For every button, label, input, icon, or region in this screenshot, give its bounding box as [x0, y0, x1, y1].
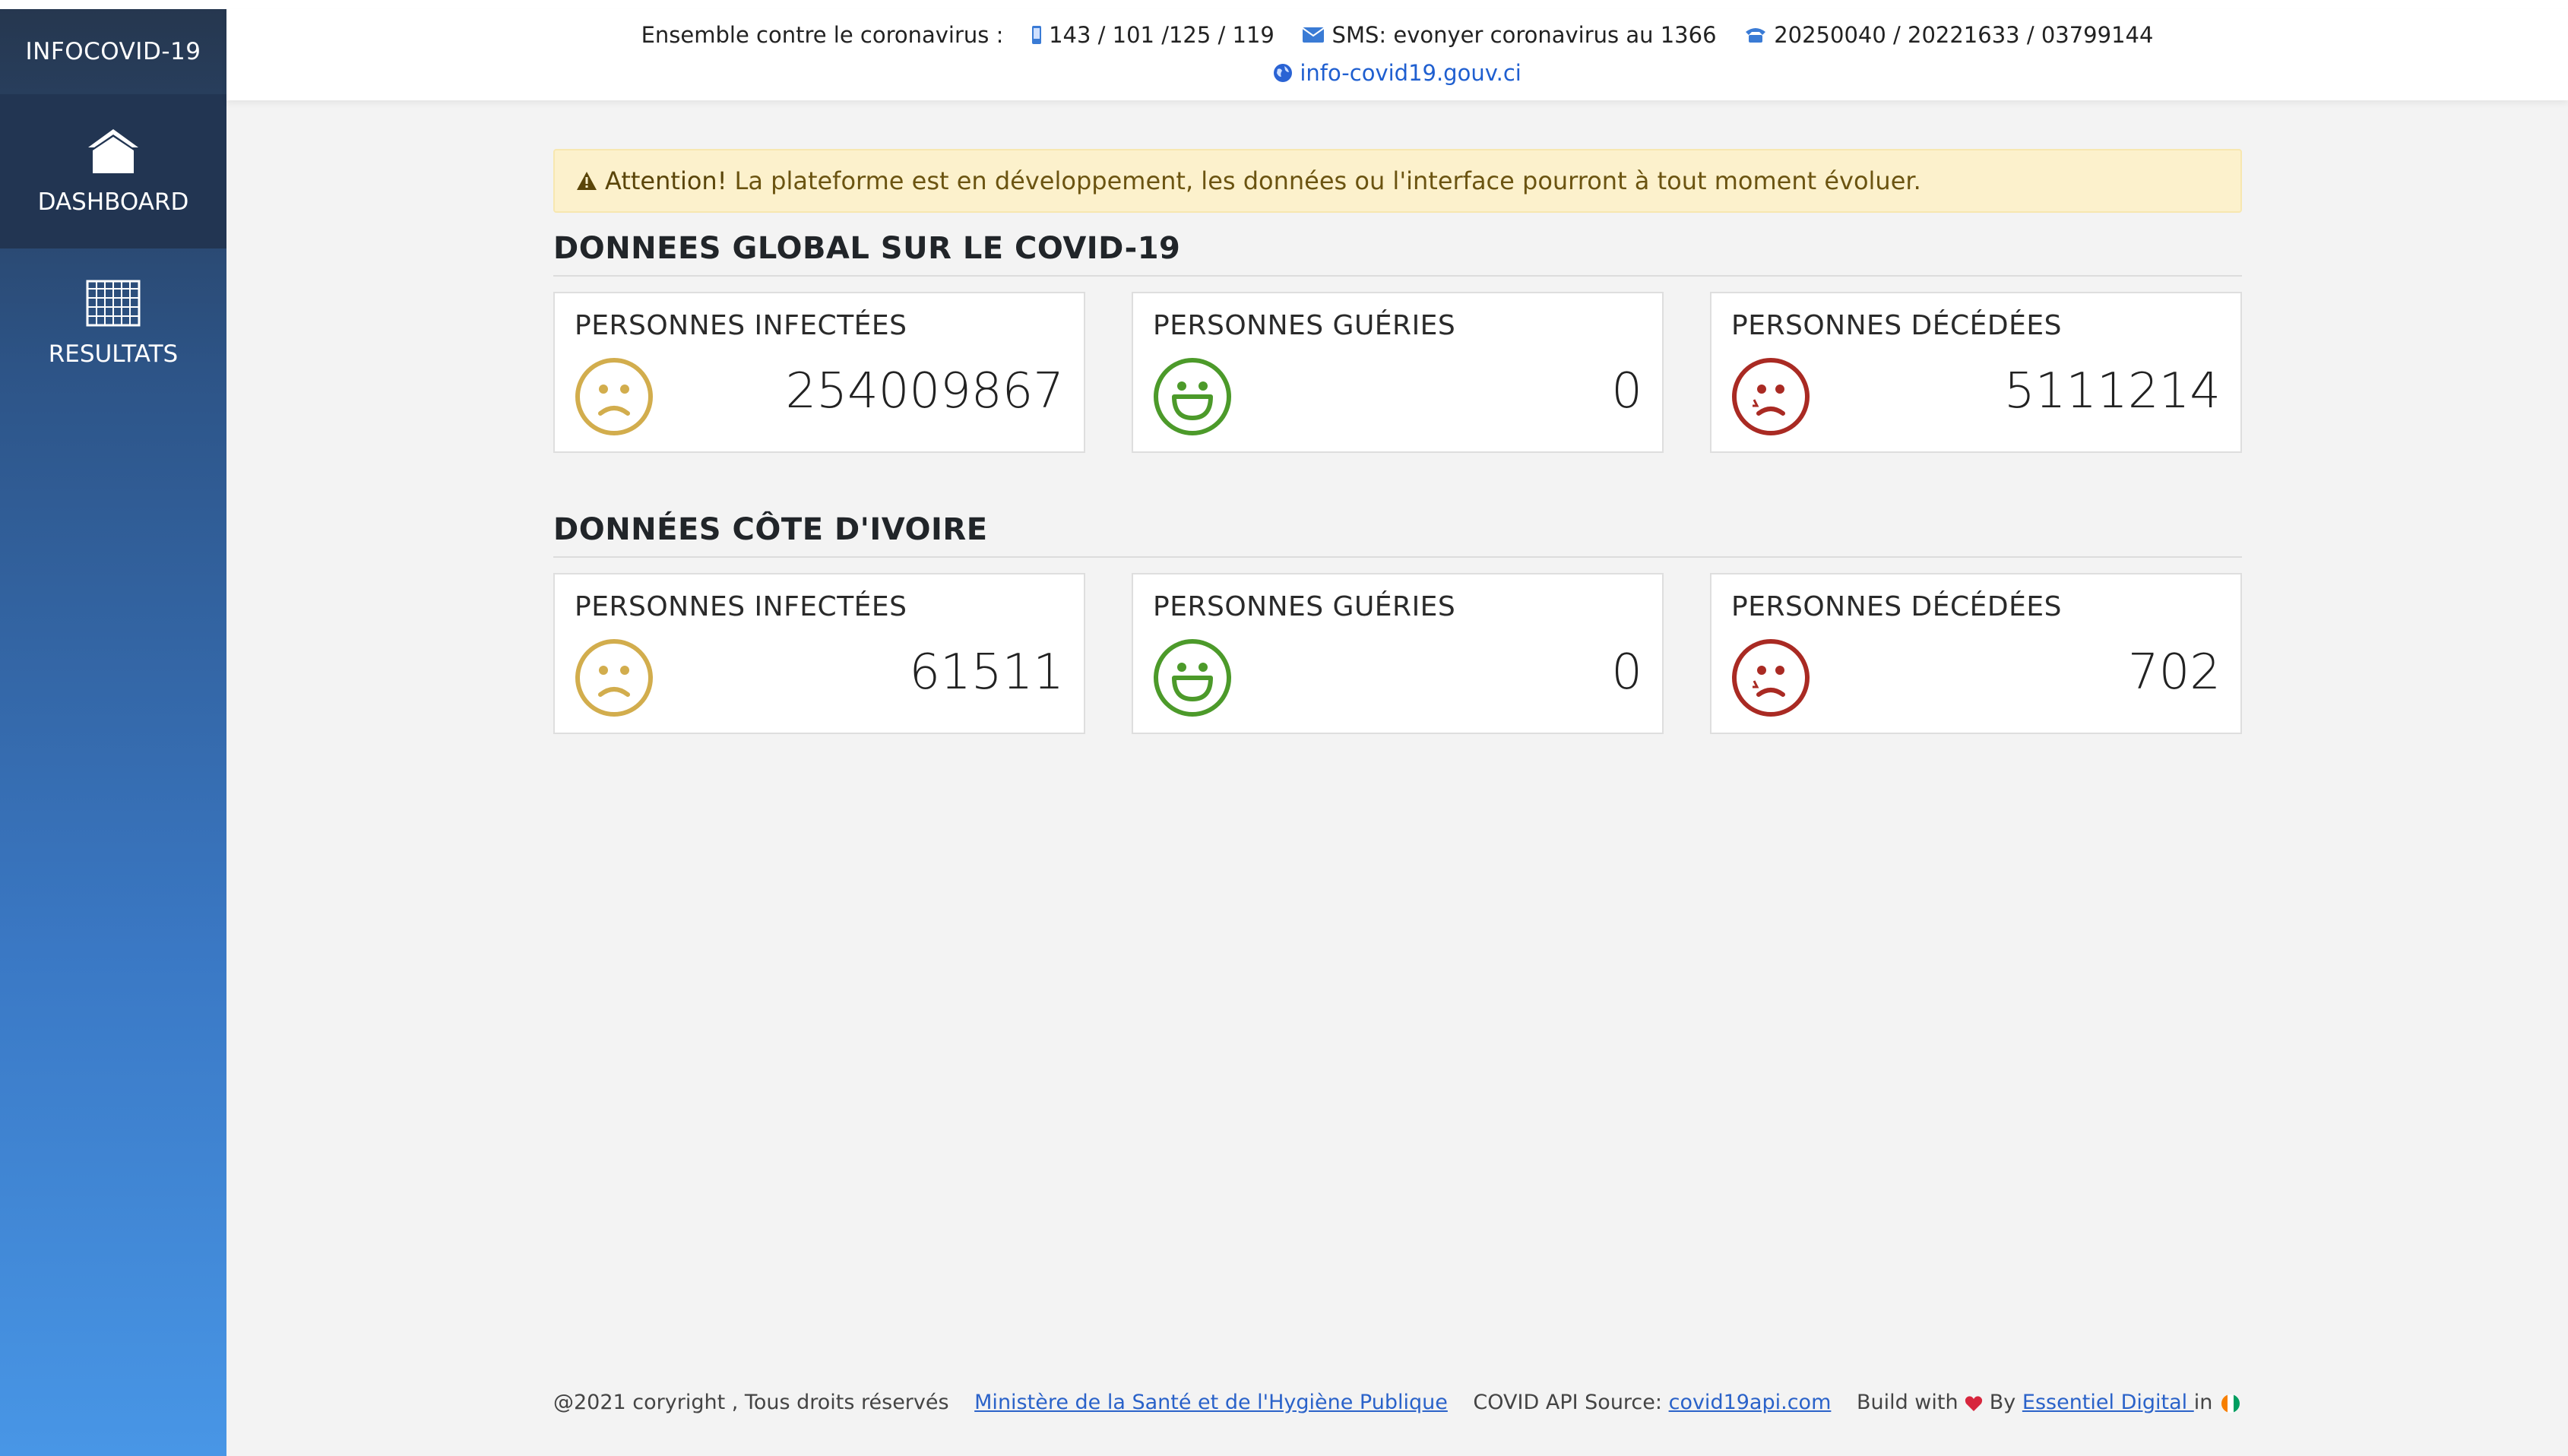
stat-label: PERSONNES DÉCÉDÉES: [1731, 310, 2062, 341]
heart-icon: [1965, 1395, 1983, 1411]
stat-card-infected: PERSONNES INFECTÉES 61511: [553, 573, 1085, 734]
build-by: By: [1989, 1391, 2016, 1414]
hotline-numbers: 20250040 / 20221633 / 03799144: [1774, 22, 2154, 48]
stat-label: PERSONNES GUÉRIES: [1153, 310, 1456, 341]
build-in: in: [2193, 1391, 2213, 1414]
stat-label: PERSONNES GUÉRIES: [1153, 591, 1456, 622]
website-line: info-covid19.gouv.ci: [226, 56, 2568, 88]
build-credit: Build with By Essentiel Digital in: [1857, 1391, 2242, 1414]
stat-value: 0: [1611, 644, 1642, 701]
build-prefix: Build with: [1856, 1391, 1958, 1414]
stat-card-deceased: PERSONNES DÉCÉDÉES 5111214: [1710, 292, 2242, 453]
sidebar: INFOCOVID-19 DASHBOARD RESULTATS: [0, 9, 226, 1456]
grid-icon: [86, 280, 141, 327]
api-source-link[interactable]: covid19api.com: [1669, 1391, 1832, 1414]
api-source-label: COVID API Source:: [1473, 1391, 1662, 1414]
section-title: DONNÉES CÔTE D'IVOIRE: [553, 512, 2242, 558]
stat-card-deceased: PERSONNES DÉCÉDÉES 702: [1710, 573, 2242, 734]
stat-label: PERSONNES INFECTÉES: [575, 310, 907, 341]
sms-info: SMS: evonyer coronavirus au 1366: [1331, 22, 1717, 48]
envelope-icon: [1302, 27, 1325, 43]
alert-text: La plateforme est en développement, les …: [734, 166, 1921, 195]
website-link[interactable]: info-covid19.gouv.ci: [1300, 60, 1521, 86]
copyright-text: @2021 coryright , Tous droits réservés: [553, 1391, 949, 1414]
author-link[interactable]: Essentiel Digital: [2022, 1391, 2194, 1414]
contact-intro: Ensemble contre le coronavirus :: [641, 22, 1004, 48]
development-alert: Attention! La plateforme est en développ…: [553, 149, 2242, 213]
warning-icon: [577, 172, 597, 190]
happy-face-icon: [1154, 358, 1231, 435]
ministry-link[interactable]: Ministère de la Santé et de l'Hygiène Pu…: [974, 1391, 1448, 1414]
stat-label: PERSONNES INFECTÉES: [575, 591, 907, 622]
contact-line: Ensemble contre le coronavirus : 143 / 1…: [226, 18, 2568, 50]
stat-value: 254009867: [785, 363, 1064, 419]
globe-icon: [1274, 64, 1293, 82]
stat-value: 0: [1611, 363, 1642, 419]
telephone-icon: [1745, 28, 1765, 43]
cote-divoire-section: DONNÉES CÔTE D'IVOIRE PERSONNES INFECTÉE…: [553, 512, 2242, 734]
stat-card-infected: PERSONNES INFECTÉES 254009867: [553, 292, 1085, 453]
stat-value: 61511: [909, 644, 1064, 701]
sad-face-icon: [575, 358, 653, 435]
sidebar-item-resultats[interactable]: RESULTATS: [0, 248, 226, 399]
stat-value: 5111214: [2003, 363, 2221, 419]
global-section: DONNEES GLOBAL SUR LE COVID-19 PERSONNES…: [553, 231, 2242, 453]
sidebar-item-dashboard[interactable]: DASHBOARD: [0, 94, 226, 248]
dashboard-main: Attention! La plateforme est en développ…: [553, 149, 2242, 734]
mobile-phone-icon: [1031, 26, 1041, 44]
brand-logo[interactable]: INFOCOVID-19: [0, 9, 226, 94]
emergency-phones: 143 / 101 /125 / 119: [1049, 22, 1275, 48]
section-title: DONNEES GLOBAL SUR LE COVID-19: [553, 231, 2242, 277]
alert-strong: Attention!: [605, 166, 727, 195]
stat-value: 702: [2127, 644, 2221, 701]
stat-card-recovered: PERSONNES GUÉRIES 0: [1132, 573, 1664, 734]
sidebar-item-label: DASHBOARD: [37, 188, 189, 216]
stat-card-recovered: PERSONNES GUÉRIES 0: [1132, 292, 1664, 453]
contact-header: Ensemble contre le coronavirus : 143 / 1…: [226, 9, 2568, 100]
sidebar-item-label: RESULTATS: [48, 340, 179, 368]
crying-face-icon: [1732, 639, 1810, 717]
home-icon: [88, 128, 138, 173]
api-source: COVID API Source: covid19api.com: [1473, 1391, 1831, 1414]
happy-face-icon: [1154, 639, 1231, 717]
crying-face-icon: [1732, 358, 1810, 435]
sad-face-icon: [575, 639, 653, 717]
ivory-coast-flag-icon: [2221, 1394, 2240, 1413]
stat-label: PERSONNES DÉCÉDÉES: [1731, 591, 2062, 622]
page-footer: @2021 coryright , Tous droits réservés M…: [553, 1391, 2242, 1414]
